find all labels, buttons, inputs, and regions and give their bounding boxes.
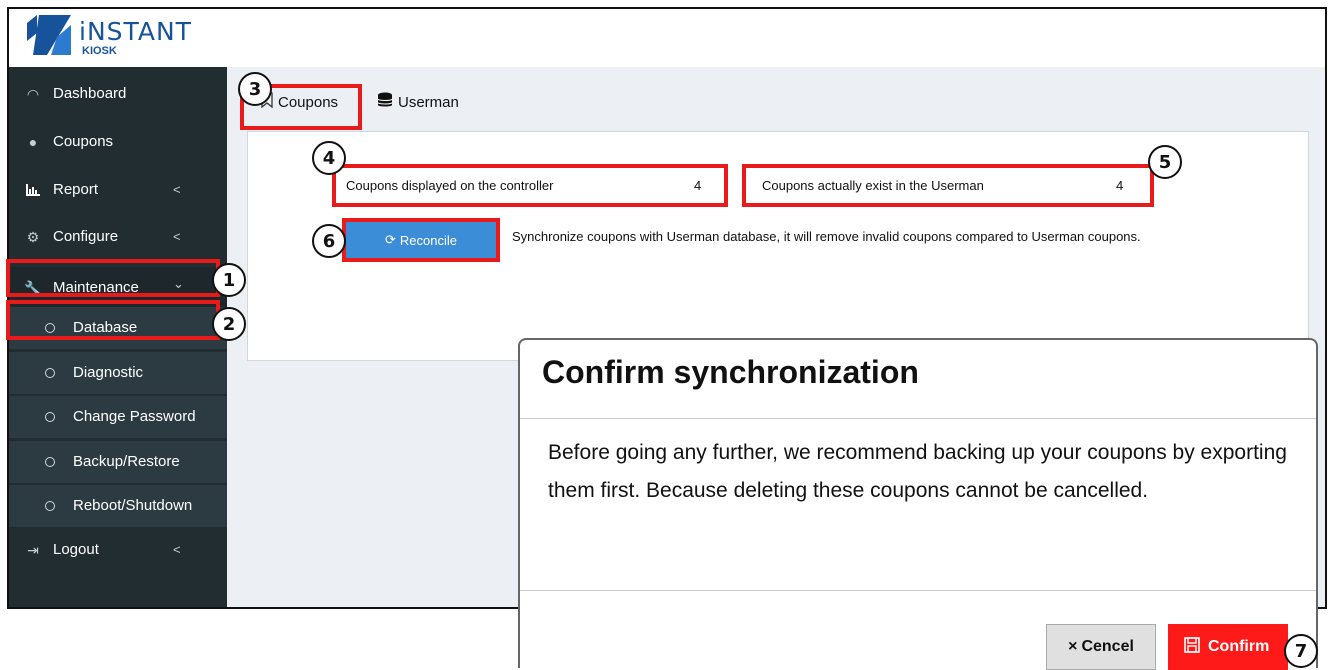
sidebar-item-label: Logout — [53, 541, 99, 558]
logo-mark-icon — [27, 15, 71, 55]
chevron-left-icon: < — [173, 229, 181, 244]
circle-icon — [45, 501, 55, 511]
tab-label: Userman — [398, 93, 459, 111]
callout-marker: 6 — [312, 224, 346, 258]
sidebar-item-report[interactable]: Report < — [9, 169, 227, 211]
database-icon — [377, 92, 393, 112]
sidebar-item-coupons[interactable]: ● Coupons — [9, 121, 227, 163]
sync-icon: ⟳ — [385, 232, 396, 247]
circle-icon — [45, 368, 55, 378]
tag-icon: ● — [28, 134, 38, 150]
sidebar-item-configure[interactable]: ⚙ Configure < — [9, 216, 227, 258]
sidebar-item-logout[interactable]: ⇥ Logout < — [9, 529, 227, 571]
brand-sub: KIOSK — [82, 45, 117, 57]
callout-marker: 7 — [1284, 634, 1318, 668]
circle-icon — [45, 412, 55, 422]
cancel-button[interactable]: × Cencel — [1046, 624, 1156, 670]
callout-marker: 5 — [1148, 145, 1182, 179]
stat-value: 4 — [694, 178, 702, 193]
brand-name: iNSTANT — [79, 17, 192, 46]
sidebar-item-label: Change Password — [73, 408, 196, 425]
bar-chart-icon — [23, 169, 43, 211]
dialog-body: Before going any further, we recommend b… — [548, 441, 1287, 502]
reconcile-description: Synchronize coupons with Userman databas… — [512, 229, 1141, 244]
cancel-label: Cencel — [1081, 638, 1134, 655]
sidebar-item-label: Reboot/Shutdown — [73, 497, 193, 514]
chevron-left-icon: < — [173, 542, 181, 557]
reconcile-button[interactable]: ⟳ Reconcile — [346, 222, 496, 258]
confirm-label: Confirm — [1208, 638, 1270, 655]
top-bar: iNSTANT KIOSK — [9, 9, 1325, 67]
callout-marker: 3 — [238, 72, 272, 106]
save-icon — [1184, 636, 1200, 658]
sidebar-item-label: Dashboard — [53, 85, 127, 102]
circle-icon — [45, 457, 55, 467]
stat-value: 4 — [1116, 178, 1124, 193]
stat-label: Coupons displayed on the controller — [346, 178, 554, 193]
logout-icon: ⇥ — [27, 541, 39, 558]
callout-marker: 2 — [212, 307, 246, 341]
sidebar-subitem-change-password[interactable]: Change Password — [9, 396, 227, 438]
callout-marker: 1 — [212, 263, 246, 297]
dialog-title: Confirm synchronization — [542, 354, 919, 390]
reconcile-highlight: ⟳ Reconcile — [342, 218, 500, 262]
sidebar-item-label: Configure — [53, 228, 119, 245]
sidebar-subitem-backup-restore[interactable]: Backup/Restore — [9, 441, 227, 483]
gear-icon: ⚙ — [26, 228, 40, 245]
confirm-button[interactable]: Confirm — [1168, 624, 1288, 670]
sidebar-subitem-diagnostic[interactable]: Diagnostic — [9, 352, 227, 394]
reconcile-label: Reconcile — [399, 232, 457, 248]
tab-userman[interactable]: Userman — [377, 87, 459, 117]
gauge-icon: ◠ — [26, 85, 40, 102]
sidebar-item-label: Backup/Restore — [73, 453, 180, 470]
close-icon: × — [1068, 638, 1078, 655]
callout-marker: 4 — [312, 141, 346, 175]
dialog-divider — [520, 590, 1316, 591]
sidebar-item-label: Diagnostic — [73, 364, 144, 381]
confirm-dialog: Confirm synchronization Before going any… — [518, 338, 1318, 670]
maintenance-highlight — [6, 259, 220, 297]
database-highlight — [6, 300, 220, 340]
chevron-left-icon: < — [173, 182, 181, 197]
stat-label: Coupons actually exist in the Userman — [762, 178, 984, 193]
brand-logo[interactable]: iNSTANT KIOSK — [27, 15, 191, 61]
dialog-divider — [520, 418, 1316, 419]
sidebar-item-label: Report — [53, 181, 99, 198]
sidebar-item-label: Coupons — [53, 133, 114, 150]
controller-count-box: Coupons displayed on the controller 4 — [332, 164, 728, 207]
userman-count-box: Coupons actually exist in the Userman 4 — [742, 164, 1154, 207]
sidebar-subitem-reboot-shutdown[interactable]: Reboot/Shutdown — [9, 485, 227, 527]
sidebar-item-dashboard[interactable]: ◠ Dashboard — [9, 73, 227, 115]
